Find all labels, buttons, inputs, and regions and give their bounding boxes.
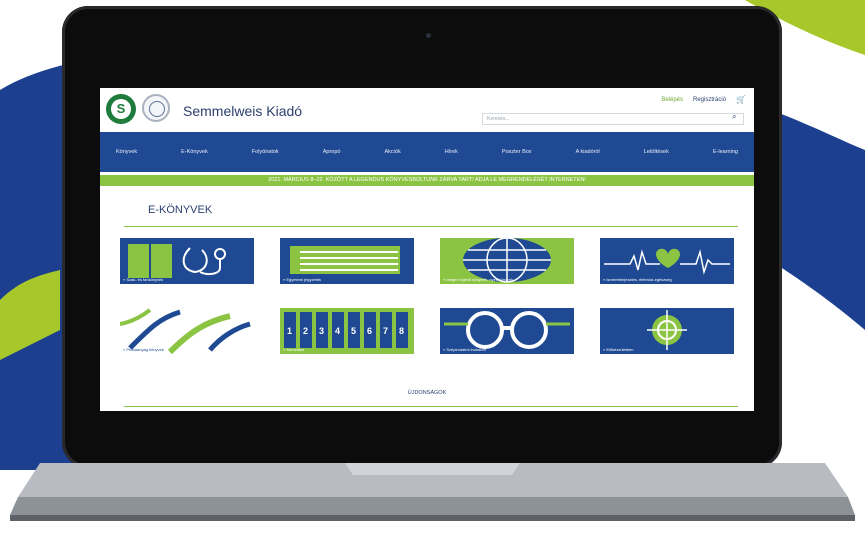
category-tile-textbooks[interactable]: » Szak- és tankönyvek <box>120 238 254 284</box>
search-input[interactable]: Keresés... <box>482 113 744 125</box>
cart-icon[interactable]: 🛒 <box>736 95 746 104</box>
publisher-logo[interactable]: S <box>106 94 136 124</box>
svg-text:7: 7 <box>383 326 388 336</box>
nav-folyoiratok[interactable]: Folyóiratok <box>252 149 279 155</box>
category-tile-coming-soon[interactable]: » Előkészületben <box>600 308 734 354</box>
category-tile-foreign-language[interactable]: » Idegen nyelvű könyvek, nyelvkönyvek <box>440 238 574 284</box>
nav-akciok[interactable]: Akciók <box>385 149 401 155</box>
nav-apropo[interactable]: Apropó <box>323 149 341 155</box>
register-link[interactable]: Regisztráció <box>693 97 726 103</box>
nav-e-konyvek[interactable]: E-Könyvek <box>181 149 208 155</box>
divider <box>124 226 738 227</box>
svg-text:4: 4 <box>335 326 340 336</box>
login-link[interactable]: Belépés <box>661 97 683 103</box>
svg-text:1: 1 <box>287 326 292 336</box>
nav-hirek[interactable]: Hírek <box>445 149 458 155</box>
search-icon[interactable]: ⌕ <box>732 112 736 122</box>
tile-caption: » Szak- és tankönyvek <box>123 277 164 282</box>
tile-caption: » Ismeretterjesztés, életmód-egészség <box>603 277 672 282</box>
notice-banner: 2021. MÁRCIUS 8–22. KÖZÖTT A LEGENDUS KÖ… <box>100 175 754 186</box>
nav-e-learning[interactable]: E-learning <box>713 149 738 155</box>
tile-caption: » Egyetemi jegyzetek <box>283 277 322 282</box>
nav-a-kiadorol[interactable]: A kiadóról <box>576 149 600 155</box>
category-tile-series[interactable]: 1 2 3 4 5 6 7 8 » Sorozatok <box>280 308 414 354</box>
brand-name[interactable]: Semmelweis Kiadó <box>183 103 302 119</box>
main-nav: Könyvek E-Könyvek Folyóiratok Apropó Akc… <box>100 132 754 172</box>
category-tile-health[interactable]: » Ismeretterjesztés, életmód-egészség <box>600 238 734 284</box>
svg-text:2: 2 <box>303 326 308 336</box>
tile-caption: » Szépirodalmi irodalom <box>443 347 486 352</box>
university-seal-icon <box>142 94 170 122</box>
svg-text:5: 5 <box>351 326 356 336</box>
tile-caption: » Próbaanyag könyvek <box>123 347 164 352</box>
nav-letoltesek[interactable]: Letöltések <box>644 149 669 155</box>
section-title: E-KÖNYVEK <box>148 204 213 216</box>
laptop-base <box>10 463 855 521</box>
news-heading[interactable]: ÚJDONSÁGOK <box>100 390 754 396</box>
tile-caption: » Idegen nyelvű könyvek, nyelvkönyvek <box>443 277 514 282</box>
svg-text:6: 6 <box>367 326 372 336</box>
category-tile-sample-books[interactable]: » Próbaanyag könyvek <box>120 308 254 354</box>
category-tile-lecture-notes[interactable]: » Egyetemi jegyzetek <box>280 238 414 284</box>
camera-icon <box>426 33 431 38</box>
screen: S Semmelweis Kiadó Belépés Regisztráció … <box>100 88 754 411</box>
divider <box>124 406 738 407</box>
site-header: S Semmelweis Kiadó Belépés Regisztráció … <box>100 88 754 132</box>
nav-poszter-box[interactable]: Poszter Box <box>502 149 532 155</box>
tile-caption: » Sorozatok <box>283 347 305 352</box>
svg-text:8: 8 <box>399 326 404 336</box>
svg-text:3: 3 <box>319 326 324 336</box>
tile-caption: » Előkészületben <box>603 347 634 352</box>
top-links: Belépés Regisztráció 🛒 <box>661 95 746 104</box>
category-tile-literature[interactable]: » Szépirodalmi irodalom <box>440 308 574 354</box>
nav-konyvek[interactable]: Könyvek <box>116 149 137 155</box>
